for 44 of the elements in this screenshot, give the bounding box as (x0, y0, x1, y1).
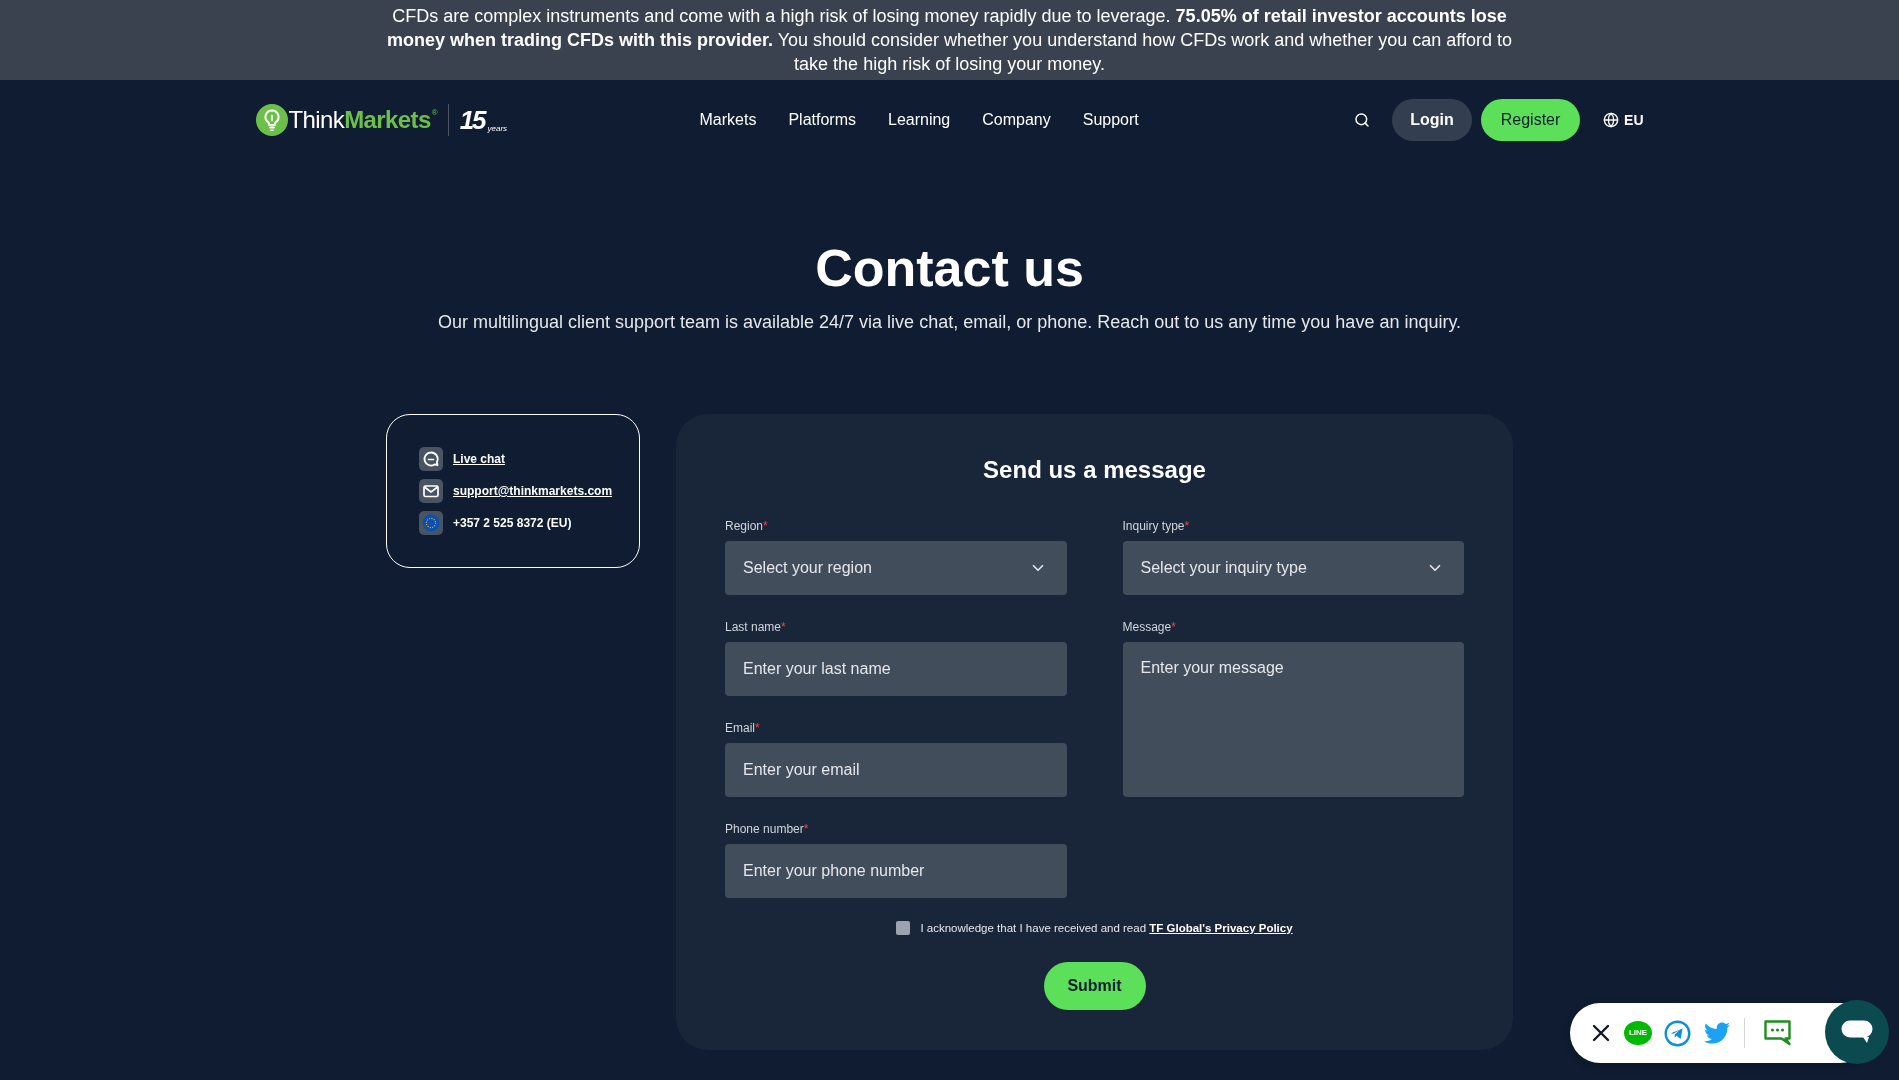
register-button[interactable]: Register (1481, 99, 1581, 141)
nav-link[interactable]: Learning (888, 108, 951, 132)
field-label: Last name* (725, 619, 786, 635)
anniversary-logo: 15years (459, 106, 508, 134)
message-dots-icon[interactable] (1764, 1020, 1791, 1046)
message-textarea[interactable]: Enter your message (1122, 642, 1464, 797)
nav-link[interactable]: Platforms (788, 108, 856, 132)
field-label: Inquiry type* (1122, 518, 1190, 534)
dropdown-field[interactable]: Select your inquiry type (1122, 541, 1464, 595)
chat-bubble-icon (419, 447, 443, 471)
lightbulb-logo-icon (255, 104, 288, 136)
region-selector[interactable]: EU (1603, 109, 1644, 131)
eu-flag-icon (419, 511, 443, 535)
field-label: Email* (725, 720, 760, 736)
contact-text: +357 2 525 8372 (EU) (453, 515, 572, 532)
submit-button[interactable]: Submit (1043, 962, 1146, 1010)
nav-link[interactable]: Support (1082, 108, 1139, 132)
consent-text: I acknowledge that I have received and read TF Global's Privacy Policy (920, 921, 1293, 936)
globe-icon (1603, 112, 1620, 128)
field-label: Region* (725, 518, 768, 534)
search-icon[interactable] (1354, 112, 1371, 128)
dropdown-field[interactable]: Select your region (725, 541, 1067, 595)
speech-bubble-icon (1841, 1020, 1873, 1044)
consent-checkbox[interactable] (896, 921, 911, 935)
contact-link[interactable]: support@thinkmarkets.com (453, 482, 613, 500)
text-input[interactable]: Enter your last name (725, 642, 1067, 696)
page-subtitle: Our multilingual client support team is available 24/7 via live chat, email, or phone. Reach out to us any time you have an inquiry. (437, 311, 1462, 334)
contact-link[interactable]: Live chat (453, 450, 506, 468)
text-input[interactable]: Enter your email (725, 743, 1067, 797)
privacy-policy-link[interactable]: TF Global's Privacy Policy (1149, 922, 1293, 934)
bird-icon[interactable] (1704, 1020, 1730, 1046)
logo-wordmark[interactable]: ThinkMarkets® (288, 105, 438, 135)
form-title: Send us a message (983, 455, 1206, 485)
close-icon[interactable] (1592, 1024, 1610, 1042)
text-input[interactable]: Enter your phone number (725, 844, 1067, 898)
envelope-icon (419, 479, 443, 503)
login-button[interactable]: Login (1392, 99, 1473, 141)
paper-plane-icon[interactable] (1664, 1019, 1691, 1047)
nav-link[interactable]: Markets (699, 108, 757, 132)
nav-link[interactable]: Company (982, 108, 1051, 132)
field-label: Message* (1122, 619, 1176, 635)
page-title: Contact us (815, 238, 1084, 298)
risk-warning-text: CFDs are complex instruments and come with a high risk of losing money rapidly due to leverage. 75.05% of retail investor accounts lose money when trading CFDs with this provider. You should consider whether you understand how CFDs work and whether you can afford to take the high risk of losing your money. (385, 5, 1514, 76)
field-label: Phone number* (725, 821, 809, 837)
